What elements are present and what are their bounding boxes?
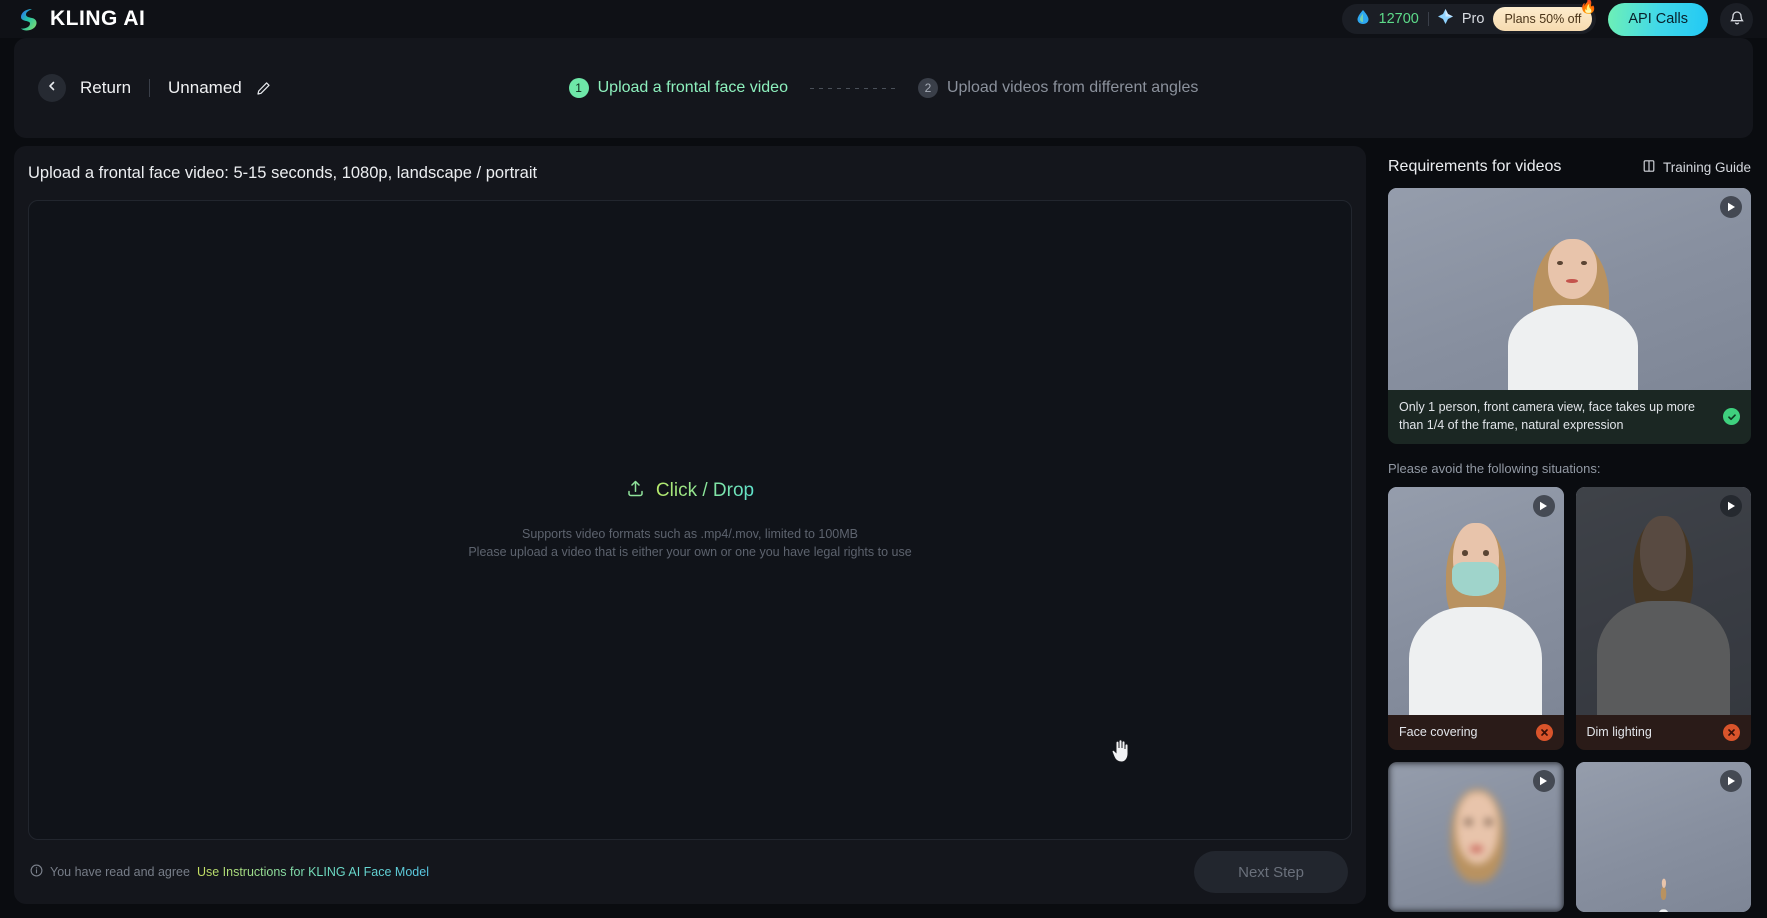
agreement-link[interactable]: Use Instructions for KLING AI Face Model (197, 865, 429, 879)
bad-examples-grid-row-2 (1388, 762, 1751, 913)
page-root: KLING AI 12700 Pro Plans 50% off 🔥 API C… (0, 0, 1767, 918)
kling-logo-icon (12, 5, 40, 33)
step-indicator: 1 Upload a frontal face video 2 Upload v… (14, 38, 1753, 138)
diamond-icon (1437, 9, 1453, 29)
step-2[interactable]: 2 Upload videos from different angles (917, 78, 1199, 98)
bad-examples-grid-row-1: Face covering Dim lighting (1388, 486, 1751, 751)
bad-example-thumbnail[interactable] (1575, 486, 1751, 715)
bad-example-blurry[interactable] (1388, 762, 1564, 913)
good-example-caption-bar: Only 1 person, front camera view, face t… (1388, 390, 1751, 444)
pencil-icon[interactable] (256, 81, 271, 96)
main-footer: You have read and agree Use Instructions… (14, 840, 1366, 904)
bad-example-too-far[interactable] (1575, 762, 1751, 913)
notifications-button[interactable] (1720, 2, 1753, 36)
bad-example-dim-lighting[interactable]: Dim lighting (1575, 486, 1751, 751)
back-button[interactable] (38, 74, 66, 102)
sub-header-left: Return Unnamed (14, 74, 271, 102)
requirements-panel: Requirements for videos Training Guide O… (1374, 146, 1767, 918)
training-guide-label: Training Guide (1662, 159, 1751, 175)
example-photo (1388, 188, 1751, 390)
api-calls-button[interactable]: API Calls (1608, 2, 1708, 36)
video-dropzone[interactable]: Click / Drop Supports video formats such… (28, 200, 1352, 840)
x-circle-icon (1535, 723, 1553, 741)
bad-example-caption: Dim lighting (1586, 724, 1652, 739)
top-bar-right: 12700 Pro Plans 50% off 🔥 API Calls (1341, 0, 1753, 36)
bad-example-caption-bar: Face covering (1388, 714, 1564, 751)
divider (149, 79, 151, 97)
step-1[interactable]: 1 Upload a frontal face video (568, 78, 788, 98)
step-2-label: Upload videos from different angles (946, 79, 1199, 96)
dropzone-cta: Click / Drop (626, 479, 754, 503)
upload-instructions: Upload a frontal face video: 5-15 second… (28, 164, 538, 182)
good-example-card[interactable]: Only 1 person, front camera view, face t… (1388, 188, 1751, 444)
step-2-number: 2 (917, 78, 938, 98)
good-example-thumbnail[interactable] (1388, 188, 1751, 390)
promo-badge-label: Plans 50% off (1504, 12, 1582, 26)
avoid-label: Please avoid the following situations: (1388, 460, 1601, 476)
good-example-caption: Only 1 person, front camera view, face t… (1399, 400, 1695, 432)
play-icon[interactable] (1720, 196, 1742, 218)
bad-example-thumbnail[interactable] (1575, 762, 1751, 913)
x-circle-icon (1723, 723, 1740, 741)
brand-name: KLING AI (50, 7, 146, 30)
promo-badge-button[interactable]: Plans 50% off 🔥 (1493, 0, 1597, 31)
chevron-left-icon (46, 79, 58, 97)
bad-example-face-covering[interactable]: Face covering (1388, 486, 1564, 751)
bell-icon (1729, 9, 1745, 29)
check-circle-icon (1723, 408, 1740, 426)
brand[interactable]: KLING AI (12, 5, 145, 33)
return-label[interactable]: Return (80, 78, 131, 98)
training-guide-link[interactable]: Training Guide (1642, 159, 1751, 176)
fire-icon: 🔥 (1579, 0, 1598, 14)
plan-label: Pro (1461, 11, 1485, 27)
agreement-row: You have read and agree Use Instructions… (30, 864, 429, 880)
divider (1427, 12, 1429, 26)
main-panel: Upload a frontal face video: 5-15 second… (14, 146, 1366, 904)
dropzone-cta-label: Click / Drop (655, 479, 755, 501)
water-drop-icon (1356, 9, 1370, 30)
sub-header: Return Unnamed 1 Upload a frontal face v… (14, 38, 1753, 138)
requirements-title: Requirements for videos (1388, 158, 1562, 175)
account-pill: 12700 Pro Plans 50% off 🔥 (1341, 0, 1597, 34)
requirements-header: Requirements for videos Training Guide (1388, 146, 1751, 188)
bad-example-thumbnail[interactable] (1388, 762, 1564, 913)
dropzone-hint-2: Please upload a video that is either you… (468, 545, 912, 559)
book-icon (1642, 159, 1656, 176)
agreement-text: You have read and agree (50, 865, 190, 879)
bad-example-thumbnail[interactable] (1388, 486, 1564, 715)
next-step-button[interactable]: Next Step (1194, 851, 1348, 893)
play-icon[interactable] (1720, 494, 1742, 517)
info-circle-icon (30, 864, 43, 880)
top-bar: KLING AI 12700 Pro Plans 50% off 🔥 API C… (0, 0, 1767, 38)
bad-example-caption: Face covering (1399, 724, 1478, 739)
dropzone-hint-1: Supports video formats such as .mp4/.mov… (521, 526, 859, 541)
upload-icon (626, 479, 645, 503)
play-icon[interactable] (1532, 770, 1555, 793)
step-1-number: 1 (568, 78, 589, 98)
bad-example-caption-bar: Dim lighting (1575, 714, 1751, 751)
step-1-label: Upload a frontal face video (597, 79, 788, 96)
credit-balance: 12700 (1378, 11, 1419, 27)
play-icon[interactable] (1532, 494, 1555, 517)
example-photo (1575, 486, 1751, 715)
project-name: Unnamed (168, 78, 242, 97)
example-photo (1388, 486, 1564, 715)
step-connector (809, 87, 896, 89)
